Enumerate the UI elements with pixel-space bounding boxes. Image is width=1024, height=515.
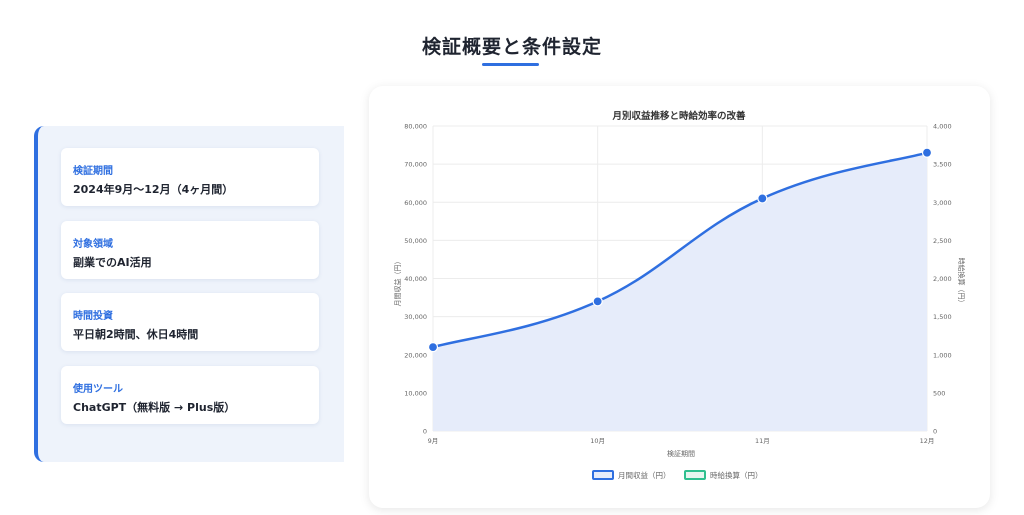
info-value: ChatGPT（無料版 → Plus版）: [73, 401, 236, 414]
info-value: 副業でのAI活用: [73, 256, 152, 269]
revenue-point: [427, 342, 439, 353]
y-right-tick-label: 500: [933, 389, 945, 397]
info-card-tools: 使用ツール ChatGPT（無料版 → Plus版）: [61, 366, 319, 424]
x-tick-label: 9月: [428, 437, 439, 445]
y-right-tick-label: 1,000: [933, 351, 952, 359]
revenue-point: [592, 296, 603, 307]
chart-card: 0 0 10,000 500 20,000 1,000 30,000 1,500 40,000 2…: [369, 86, 990, 508]
y-left-tick-label: 50,000: [404, 237, 427, 245]
revenue-point: [921, 147, 933, 158]
info-panel: 検証期間 2024年9月〜12月（4ヶ月間） 対象領域 副業でのAI活用 時間投…: [34, 126, 344, 462]
info-card-domain: 対象領域 副業でのAI活用: [61, 221, 319, 279]
y-axis-left-title: 月間収益（円）: [393, 258, 402, 307]
revenue-area: [433, 152, 927, 431]
legend-hourly-label[interactable]: 時給換算（円）: [710, 470, 763, 480]
info-label: 使用ツール: [73, 384, 123, 395]
y-axis-right-title: 時給換算（円）: [957, 258, 966, 307]
x-tick-label: 11月: [755, 437, 770, 445]
y-right-tick-label: 4,000: [933, 123, 952, 131]
page-title: 検証概要と条件設定: [421, 36, 602, 58]
y-left-tick-label: 80,000: [404, 123, 427, 131]
info-label: 検証期間: [73, 166, 113, 177]
info-label: 対象領域: [73, 239, 113, 250]
info-card-period: 検証期間 2024年9月〜12月（4ヶ月間）: [61, 148, 319, 206]
info-label: 時間投資: [73, 311, 113, 322]
legend-revenue-label[interactable]: 月間収益（円）: [618, 470, 671, 480]
y-right-tick-label: 3,500: [933, 161, 952, 169]
y-right-tick-label: 2,500: [933, 237, 952, 245]
y-left-tick-label: 70,000: [404, 161, 427, 169]
info-value: 2024年9月〜12月（4ヶ月間）: [73, 183, 234, 196]
y-right-tick-label: 0: [933, 428, 937, 436]
plot-area: 0 0 10,000 500 20,000 1,000 30,000 1,500 40,000 2…: [404, 123, 951, 446]
legend-revenue-swatch[interactable]: [592, 470, 614, 480]
chart-title: 月別収益推移と時給効率の改善: [611, 110, 746, 122]
revenue-point: [757, 193, 768, 204]
title-underline: [482, 63, 539, 66]
y-right-tick-label: 2,000: [933, 275, 952, 283]
info-value: 平日朝2時間、休日4時間: [73, 328, 199, 341]
y-left-tick-label: 0: [423, 428, 427, 436]
y-left-tick-label: 10,000: [404, 389, 427, 397]
revenue-chart: 0 0 10,000 500 20,000 1,000 30,000 1,500 40,000 2…: [393, 110, 966, 480]
y-right-tick-label: 1,500: [933, 313, 952, 321]
y-left-tick-label: 40,000: [404, 275, 427, 283]
legend-hourly-swatch[interactable]: [684, 470, 706, 480]
x-tick-label: 10月: [590, 437, 605, 445]
y-left-tick-label: 30,000: [404, 313, 427, 321]
info-card-time: 時間投資 平日朝2時間、休日4時間: [61, 293, 319, 351]
x-axis-title: 検証期間: [667, 449, 695, 458]
x-tick-label: 12月: [920, 437, 935, 445]
y-left-tick-label: 60,000: [404, 199, 427, 207]
y-left-tick-label: 20,000: [404, 351, 427, 359]
y-right-tick-label: 3,000: [933, 199, 952, 207]
